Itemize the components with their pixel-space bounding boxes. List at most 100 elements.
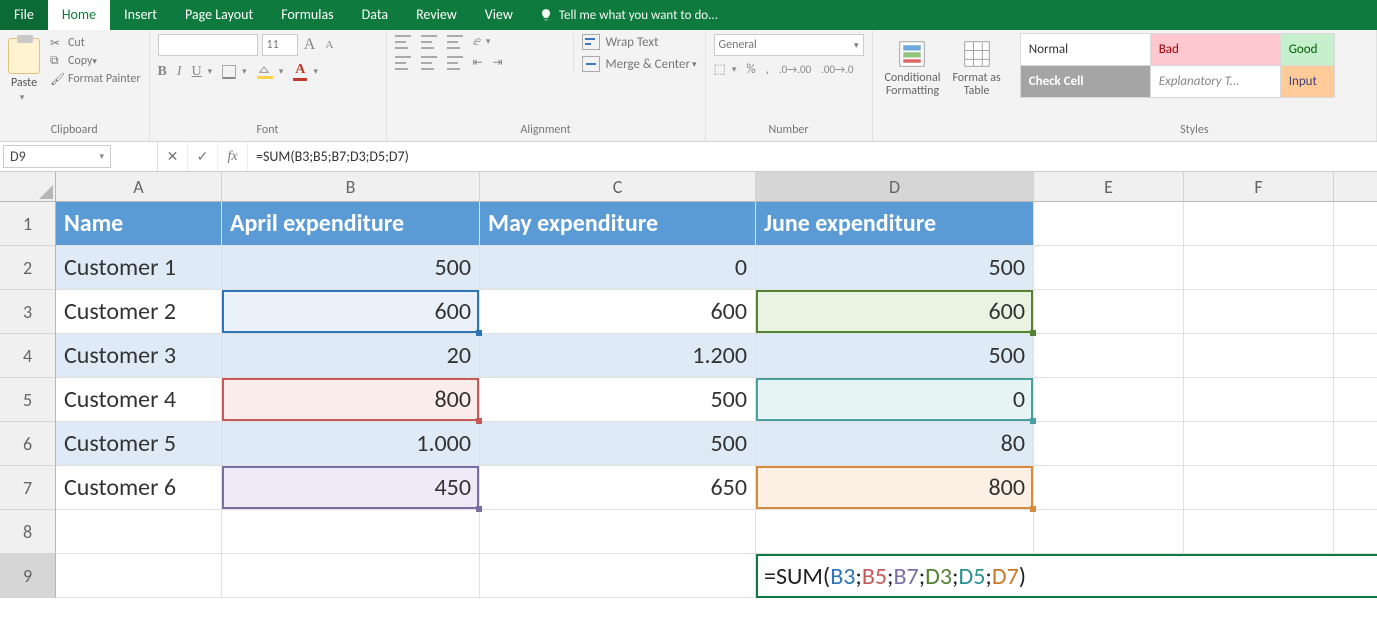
cell-C2[interactable]: 0 bbox=[480, 246, 756, 290]
cell-G4[interactable] bbox=[1334, 334, 1377, 378]
row-header-5[interactable]: 5 bbox=[0, 378, 56, 422]
cell-A8[interactable] bbox=[56, 510, 222, 554]
cancel-button[interactable]: ✕ bbox=[158, 142, 188, 171]
fx-button[interactable]: fx bbox=[218, 142, 248, 171]
orientation-button[interactable]: ⅇ bbox=[473, 34, 480, 49]
chevron-down-icon[interactable]: ▾ bbox=[486, 36, 491, 47]
cell-C3[interactable]: 600 bbox=[480, 290, 756, 334]
enter-button[interactable]: ✓ bbox=[188, 142, 218, 171]
borders-button[interactable] bbox=[222, 65, 236, 79]
chevron-down-icon[interactable]: ▾ bbox=[20, 92, 25, 103]
conditional-formatting-button[interactable]: Conditional Formatting bbox=[881, 34, 945, 98]
cell-D9-editing[interactable]: =SUM(B3;B5;B7;D3;D5;D7) bbox=[756, 554, 1377, 598]
decrease-font-button[interactable]: A bbox=[322, 39, 338, 51]
cell-D5[interactable]: 0 bbox=[756, 378, 1034, 422]
number-format-select[interactable]: General▾ bbox=[714, 34, 864, 56]
tab-page-layout[interactable]: Page Layout bbox=[171, 0, 267, 30]
chevron-down-icon[interactable]: ▾ bbox=[732, 64, 737, 75]
tab-formulas[interactable]: Formulas bbox=[267, 0, 347, 30]
cell-B6[interactable]: 1.000 bbox=[222, 422, 480, 466]
chevron-down-icon[interactable]: ▾ bbox=[854, 40, 859, 51]
cell-D4[interactable]: 500 bbox=[756, 334, 1034, 378]
cell-D7[interactable]: 800 bbox=[756, 466, 1034, 510]
cell-G1[interactable] bbox=[1334, 202, 1377, 246]
chevron-down-icon[interactable]: ▾ bbox=[92, 56, 97, 67]
font-color-button[interactable]: A bbox=[293, 62, 307, 81]
tab-data[interactable]: Data bbox=[348, 0, 402, 30]
decrease-indent-button[interactable]: ⇤ bbox=[473, 55, 483, 70]
cell-E3[interactable] bbox=[1034, 290, 1184, 334]
tab-insert[interactable]: Insert bbox=[110, 0, 171, 30]
column-header-D[interactable]: D bbox=[756, 172, 1034, 202]
cell-C7[interactable]: 650 bbox=[480, 466, 756, 510]
cell-D2[interactable]: 500 bbox=[756, 246, 1034, 290]
style-explanatory[interactable]: Explanatory T... bbox=[1150, 65, 1281, 98]
cut-button[interactable]: ✂Cut bbox=[50, 36, 141, 50]
cell-C6[interactable]: 500 bbox=[480, 422, 756, 466]
cell-A7[interactable]: Customer 6 bbox=[56, 466, 222, 510]
cell-B1[interactable]: April expenditure bbox=[222, 202, 480, 246]
cell-C9[interactable] bbox=[480, 554, 756, 598]
style-check-cell[interactable]: Check Cell bbox=[1020, 65, 1151, 98]
cell-G2[interactable] bbox=[1334, 246, 1377, 290]
cell-B5[interactable]: 800 bbox=[222, 378, 480, 422]
cell-A4[interactable]: Customer 3 bbox=[56, 334, 222, 378]
cell-F3[interactable] bbox=[1184, 290, 1334, 334]
increase-decimal-button[interactable]: .0→.00 bbox=[779, 63, 811, 76]
chevron-down-icon[interactable]: ▾ bbox=[313, 66, 318, 77]
column-header-G[interactable]: G bbox=[1334, 172, 1377, 202]
cell-D6[interactable]: 80 bbox=[756, 422, 1034, 466]
cell-D3[interactable]: 600 bbox=[756, 290, 1034, 334]
cell-E8[interactable] bbox=[1034, 510, 1184, 554]
cell-A2[interactable]: Customer 1 bbox=[56, 246, 222, 290]
row-header-2[interactable]: 2 bbox=[0, 246, 56, 290]
cell-D1[interactable]: June expenditure bbox=[756, 202, 1034, 246]
cell-C8[interactable] bbox=[480, 510, 756, 554]
row-header-1[interactable]: 1 bbox=[0, 202, 56, 246]
font-size-input[interactable]: 11 bbox=[262, 34, 298, 56]
cell-C5[interactable]: 500 bbox=[480, 378, 756, 422]
cell-G3[interactable] bbox=[1334, 290, 1377, 334]
format-as-table-button[interactable]: Format as Table bbox=[948, 34, 1004, 98]
style-input[interactable]: Input bbox=[1280, 65, 1335, 98]
align-left-button[interactable] bbox=[395, 56, 411, 70]
cell-A9[interactable] bbox=[56, 554, 222, 598]
row-header-9[interactable]: 9 bbox=[0, 554, 56, 598]
tab-view[interactable]: View bbox=[471, 0, 527, 30]
row-header-7[interactable]: 7 bbox=[0, 466, 56, 510]
cell-F2[interactable] bbox=[1184, 246, 1334, 290]
align-top-button[interactable] bbox=[395, 35, 411, 49]
row-header-6[interactable]: 6 bbox=[0, 422, 56, 466]
increase-font-button[interactable]: A bbox=[302, 36, 318, 54]
comma-format-button[interactable]: , bbox=[766, 62, 769, 77]
cell-A1[interactable]: Name bbox=[56, 202, 222, 246]
column-header-A[interactable]: A bbox=[56, 172, 222, 202]
increase-indent-button[interactable]: ⇥ bbox=[493, 55, 503, 70]
accounting-format-button[interactable]: ⬚ bbox=[714, 62, 726, 77]
cell-E4[interactable] bbox=[1034, 334, 1184, 378]
merge-center-button[interactable]: Merge & Center▾ bbox=[582, 56, 697, 72]
chevron-down-icon[interactable]: ▾ bbox=[692, 59, 697, 70]
cell-E1[interactable] bbox=[1034, 202, 1184, 246]
cell-E6[interactable] bbox=[1034, 422, 1184, 466]
cell-F5[interactable] bbox=[1184, 378, 1334, 422]
underline-button[interactable]: U bbox=[192, 64, 202, 80]
paste-button[interactable]: Paste ▾ bbox=[8, 34, 46, 103]
align-middle-button[interactable] bbox=[421, 35, 437, 49]
fill-color-button[interactable] bbox=[257, 65, 273, 79]
cell-B8[interactable] bbox=[222, 510, 480, 554]
tab-home[interactable]: Home bbox=[48, 0, 110, 30]
format-painter-button[interactable]: 🖌Format Painter bbox=[50, 72, 141, 86]
name-box[interactable]: D9 ▾ bbox=[3, 145, 111, 168]
style-bad[interactable]: Bad bbox=[1150, 33, 1281, 66]
cell-C4[interactable]: 1.200 bbox=[480, 334, 756, 378]
cell-B4[interactable]: 20 bbox=[222, 334, 480, 378]
column-header-C[interactable]: C bbox=[480, 172, 756, 202]
worksheet-grid[interactable]: ABCDEFG1NameApril expenditureMay expendi… bbox=[0, 172, 1377, 598]
cell-G8[interactable] bbox=[1334, 510, 1377, 554]
column-header-B[interactable]: B bbox=[222, 172, 480, 202]
cell-G7[interactable] bbox=[1334, 466, 1377, 510]
cell-B7[interactable]: 450 bbox=[222, 466, 480, 510]
column-header-F[interactable]: F bbox=[1184, 172, 1334, 202]
align-bottom-button[interactable] bbox=[447, 35, 463, 49]
